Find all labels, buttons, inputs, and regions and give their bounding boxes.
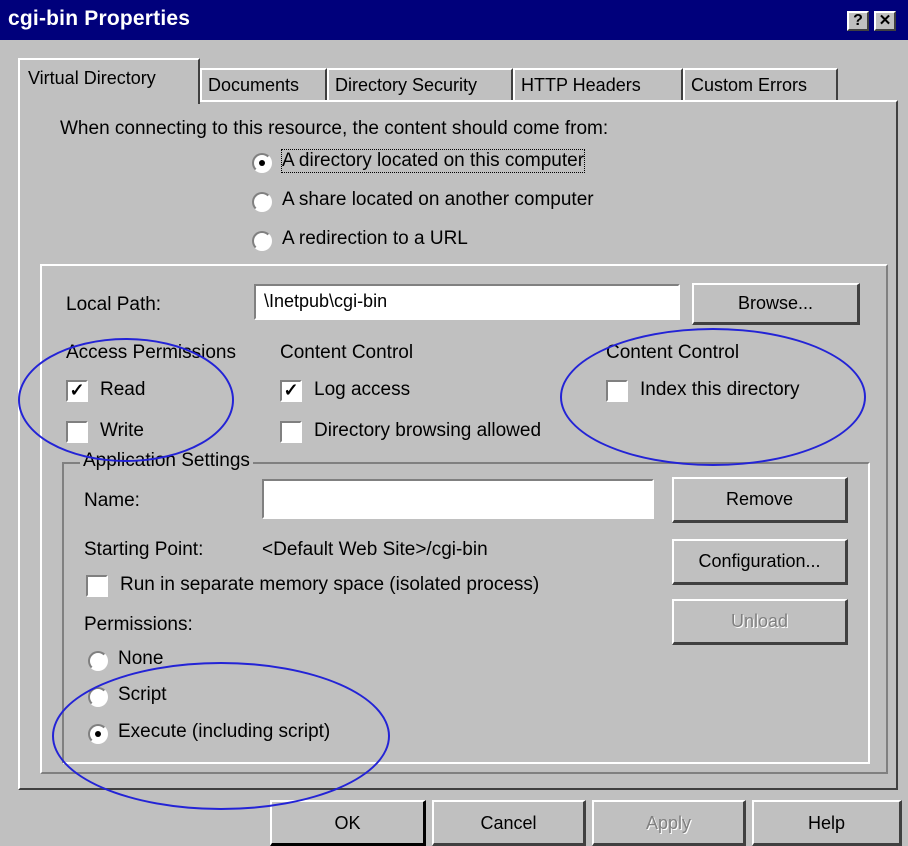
index-directory-checkbox[interactable] — [606, 380, 628, 402]
radio-share-label[interactable]: A share located on another computer — [282, 189, 594, 211]
read-label[interactable]: Read — [100, 379, 145, 401]
directory-browsing-checkbox[interactable] — [280, 421, 302, 443]
radio-local-directory-label[interactable]: A directory located on this computer — [280, 149, 586, 173]
app-name-input[interactable] — [262, 479, 654, 519]
tab-http-headers[interactable]: HTTP Headers — [513, 68, 683, 102]
remove-button[interactable]: Remove — [672, 477, 848, 523]
app-name-label: Name: — [84, 490, 140, 511]
directory-browsing-label[interactable]: Directory browsing allowed — [314, 420, 541, 442]
radio-permission-execute-label[interactable]: Execute (including script) — [118, 721, 330, 743]
index-directory-label[interactable]: Index this directory — [640, 379, 799, 401]
help-icon[interactable]: ? — [847, 11, 869, 31]
starting-point-label: Starting Point: — [84, 539, 204, 560]
application-settings-heading: Application Settings — [80, 450, 253, 472]
content-control-heading-2: Content Control — [606, 342, 740, 363]
isolated-process-label[interactable]: Run in separate memory space (isolated p… — [120, 574, 539, 596]
read-checkbox[interactable]: ✓ — [66, 380, 88, 402]
source-prompt: When connecting to this resource, the co… — [60, 118, 609, 139]
radio-permission-script-label[interactable]: Script — [118, 684, 167, 706]
log-access-label[interactable]: Log access — [314, 379, 410, 401]
log-access-checkbox[interactable]: ✓ — [280, 380, 302, 402]
radio-permission-none[interactable] — [88, 651, 108, 671]
radio-share[interactable] — [252, 192, 272, 212]
help-button[interactable]: Help — [752, 800, 902, 846]
cancel-button[interactable]: Cancel — [432, 800, 586, 846]
access-permissions-heading: Access Permissions — [66, 342, 236, 363]
isolated-process-checkbox[interactable] — [86, 575, 108, 597]
window-title: cgi-bin Properties — [8, 7, 191, 30]
content-control-heading: Content Control — [280, 342, 414, 363]
ok-button[interactable]: OK — [270, 800, 426, 846]
radio-permission-none-label[interactable]: None — [118, 648, 163, 670]
local-path-input[interactable]: \Inetpub\cgi-bin — [254, 284, 680, 320]
radio-permission-script[interactable] — [88, 687, 108, 707]
browse-button[interactable]: Browse... — [692, 283, 860, 325]
close-icon[interactable]: ✕ — [874, 11, 896, 31]
radio-redirection-label[interactable]: A redirection to a URL — [282, 228, 468, 250]
tab-virtual-directory[interactable]: Virtual Directory — [18, 58, 200, 104]
tab-directory-security[interactable]: Directory Security — [327, 68, 513, 102]
write-label[interactable]: Write — [100, 420, 144, 442]
apply-button[interactable]: Apply — [592, 800, 746, 846]
tab-documents[interactable]: Documents — [200, 68, 327, 102]
unload-button[interactable]: Unload — [672, 599, 848, 645]
local-path-label: Local Path: — [66, 294, 162, 315]
tab-custom-errors[interactable]: Custom Errors — [683, 68, 838, 102]
radio-local-directory[interactable] — [252, 153, 272, 173]
write-checkbox[interactable] — [66, 421, 88, 443]
title-bar[interactable]: cgi-bin Properties ? ✕ — [0, 0, 908, 40]
radio-permission-execute[interactable] — [88, 724, 108, 744]
radio-redirection[interactable] — [252, 231, 272, 251]
configuration-button[interactable]: Configuration... — [672, 539, 848, 585]
starting-point-value: <Default Web Site>/cgi-bin — [262, 539, 488, 560]
permissions-label: Permissions: — [84, 614, 193, 635]
